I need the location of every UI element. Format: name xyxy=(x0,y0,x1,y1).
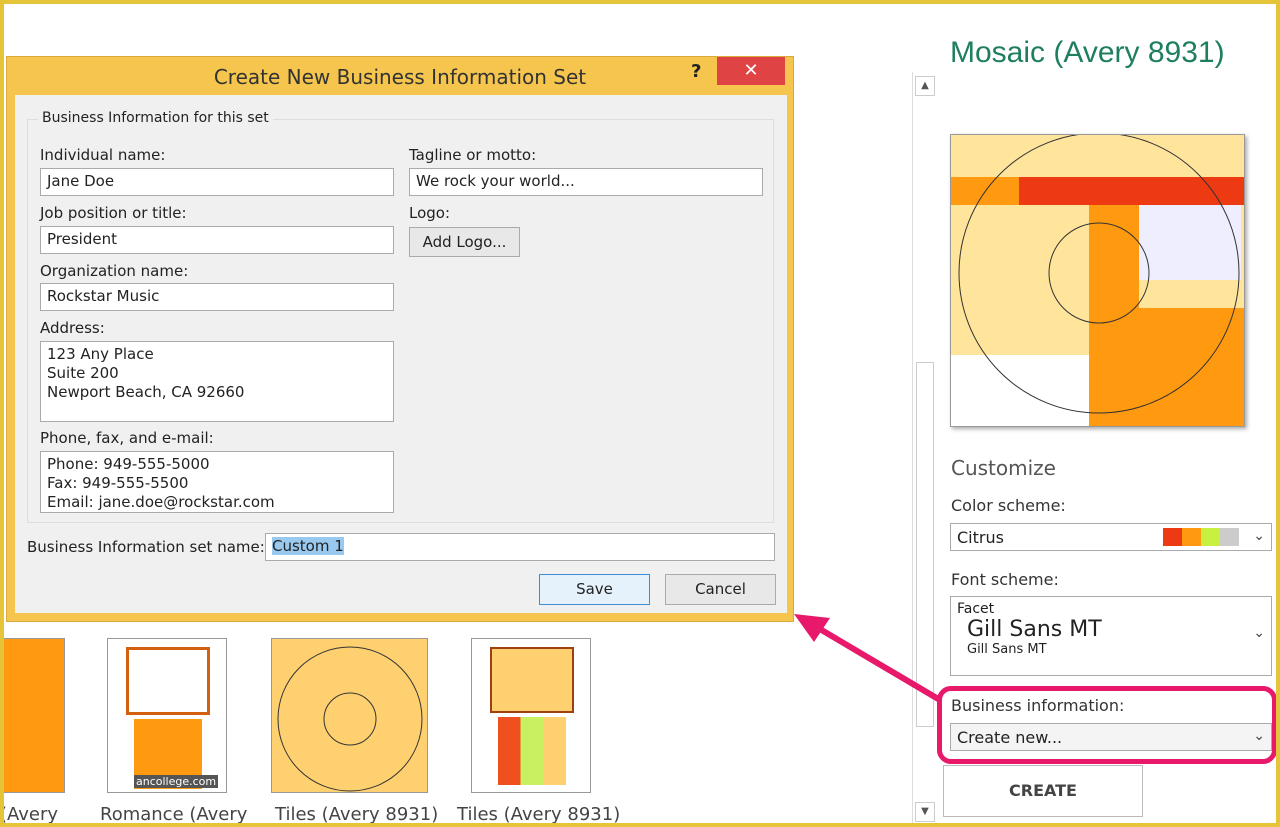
save-button[interactable]: Save xyxy=(539,574,650,605)
business-info-dialog: Create New Business Information Set ? ✕ … xyxy=(6,56,794,622)
pointer-arrow xyxy=(794,614,942,703)
customize-heading: Customize xyxy=(951,456,1056,480)
address-label: Address: xyxy=(40,319,105,337)
org-input[interactable]: Rockstar Music xyxy=(40,283,394,311)
chevron-down-icon: ⌄ xyxy=(1253,728,1265,744)
template-caption: (Avery xyxy=(0,804,59,825)
business-info-value: Create new... xyxy=(957,728,1063,747)
template-thumb[interactable]: ancollege.com xyxy=(107,638,227,793)
chevron-down-icon: ⌄ xyxy=(1253,625,1265,641)
tagline-input[interactable]: We rock your world... xyxy=(409,168,763,196)
phone-label: Phone, fax, and e-mail: xyxy=(40,429,214,447)
business-info-select[interactable]: Create new... ⌄ xyxy=(950,723,1272,751)
set-name-value: Custom 1 xyxy=(272,537,344,555)
business-info-group: Business Information for this set Indivi… xyxy=(27,110,774,523)
color-scheme-value: Citrus xyxy=(957,528,1004,547)
scroll-up-icon[interactable]: ▲ xyxy=(915,76,935,96)
template-title: Mosaic (Avery 8931) xyxy=(950,36,1225,69)
set-name-input[interactable]: Custom 1 xyxy=(265,533,775,561)
chevron-down-icon: ⌄ xyxy=(1253,528,1265,544)
template-caption: Tiles (Avery 8931) xyxy=(457,804,621,825)
template-caption: Romance (Avery xyxy=(100,804,248,825)
color-swatches xyxy=(1163,528,1239,546)
job-label: Job position or title: xyxy=(40,204,187,222)
group-label: Business Information for this set xyxy=(38,110,273,126)
color-scheme-label: Color scheme: xyxy=(951,496,1066,515)
help-icon[interactable]: ? xyxy=(691,61,701,82)
add-logo-button[interactable]: Add Logo... xyxy=(409,227,520,257)
template-thumb[interactable] xyxy=(471,638,591,793)
logo-label: Logo: xyxy=(409,204,451,222)
scrollbar[interactable]: ▲ ▼ xyxy=(912,72,936,827)
font-body: Gill Sans MT xyxy=(967,642,1047,657)
template-thumb[interactable] xyxy=(271,638,428,793)
template-preview xyxy=(950,134,1245,427)
phone-input[interactable]: Phone: 949-555-5000 Fax: 949-555-5500 Em… xyxy=(40,451,394,513)
business-info-label: Business information: xyxy=(951,696,1125,715)
watermark: ancollege.com xyxy=(134,775,219,788)
cancel-button[interactable]: Cancel xyxy=(665,574,776,605)
font-scheme-select[interactable]: Facet Gill Sans MT Gill Sans MT ⌄ xyxy=(950,596,1272,676)
job-input[interactable]: President xyxy=(40,226,394,254)
create-button[interactable]: CREATE xyxy=(943,765,1143,817)
template-caption: Tiles (Avery 8931) xyxy=(275,804,439,825)
color-scheme-select[interactable]: Citrus ⌄ xyxy=(950,523,1272,551)
close-button[interactable]: ✕ xyxy=(717,57,785,85)
scroll-down-icon[interactable]: ▼ xyxy=(915,802,935,822)
set-name-label: Business Information set name: xyxy=(27,538,265,556)
font-heading: Gill Sans MT xyxy=(967,617,1102,642)
font-scheme-label: Font scheme: xyxy=(951,570,1059,589)
org-label: Organization name: xyxy=(40,262,189,280)
address-input[interactable]: 123 Any Place Suite 200 Newport Beach, C… xyxy=(40,341,394,422)
individual-name-input[interactable]: Jane Doe xyxy=(40,168,394,196)
tagline-label: Tagline or motto: xyxy=(409,146,537,164)
font-scheme-name: Facet xyxy=(957,601,995,617)
individual-name-label: Individual name: xyxy=(40,146,166,164)
template-thumb[interactable] xyxy=(0,638,65,793)
dialog-title: Create New Business Information Set xyxy=(213,65,587,89)
